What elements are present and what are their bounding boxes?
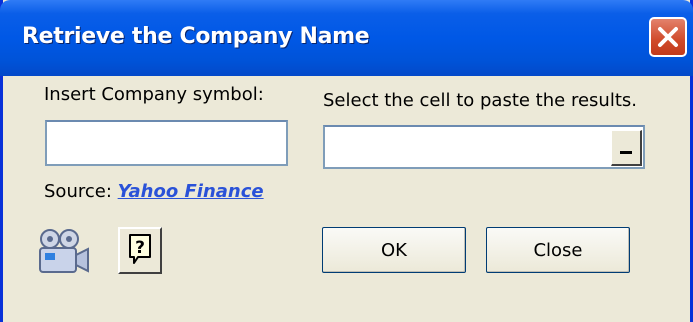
cell-reference-input[interactable] (323, 125, 645, 169)
source-line: Source: Yahoo Finance (44, 181, 264, 202)
ok-button[interactable]: OK (322, 227, 466, 273)
title-bar[interactable]: Retrieve the Company Name (0, 0, 693, 76)
source-label: Source: (44, 181, 112, 202)
close-button[interactable]: Close (486, 227, 630, 273)
collapse-icon (620, 151, 632, 154)
help-button[interactable]: ? (118, 227, 162, 274)
symbol-label: Insert Company symbol: (44, 84, 264, 105)
yahoo-finance-link[interactable]: Yahoo Finance (118, 181, 264, 202)
symbol-input[interactable] (45, 120, 288, 166)
cell-label: Select the cell to paste the results. (323, 90, 637, 111)
close-window-button[interactable] (649, 17, 687, 57)
dialog-title: Retrieve the Company Name (22, 24, 370, 49)
video-camera-icon[interactable] (38, 228, 90, 280)
close-x-icon (658, 27, 678, 47)
svg-text:?: ? (135, 238, 145, 258)
cell-picker-button[interactable] (611, 130, 642, 166)
help-icon: ? (129, 234, 151, 264)
